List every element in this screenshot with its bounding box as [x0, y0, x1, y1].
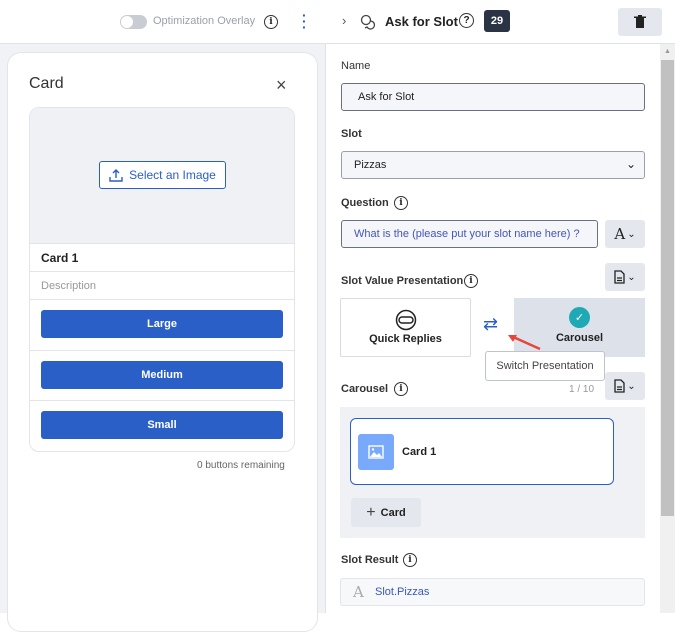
slot-value: Pizzas — [354, 159, 387, 171]
scrollbar-track[interactable]: ▲ — [660, 44, 675, 613]
switch-icon[interactable]: ⇄ — [483, 314, 498, 335]
help-icon[interactable]: ? — [459, 13, 474, 28]
large-button[interactable]: Large — [41, 310, 283, 338]
optimization-overlay-toggle[interactable] — [120, 15, 147, 29]
chevron-down-icon: ⌄ — [625, 157, 636, 171]
node-title: Ask for Slot — [385, 14, 458, 29]
slot-result-value: Slot.Pizzas — [375, 586, 430, 598]
button-row: Medium — [30, 351, 294, 401]
button-row: Large — [30, 300, 294, 351]
quick-replies-icon — [395, 309, 417, 331]
check-icon: ✓ — [569, 307, 590, 328]
info-icon[interactable]: i — [464, 274, 478, 288]
carousel-card[interactable]: Card 1 — [350, 418, 614, 485]
name-input[interactable]: Ask for Slot — [341, 83, 645, 111]
count-badge: 29 — [484, 10, 510, 32]
description-placeholder: Description — [41, 280, 97, 292]
trash-icon — [634, 15, 646, 28]
chevron-right-icon[interactable]: › — [342, 13, 346, 28]
add-card-button[interactable]: + Card — [351, 498, 421, 527]
chat-bubbles-icon — [360, 14, 376, 30]
info-icon[interactable]: i — [264, 15, 278, 29]
document-icon — [614, 379, 625, 393]
overlay-label: Optimization Overlay — [153, 15, 256, 27]
card-title: Card 1 — [41, 251, 79, 265]
question-input[interactable]: What is the (please put your slot name h… — [341, 220, 598, 248]
carousel-count: 1 / 10 — [569, 384, 595, 395]
plus-icon: + — [366, 503, 376, 521]
card-editor-title: Card — [29, 75, 64, 92]
document-menu-button[interactable]: ⌄ — [605, 372, 645, 400]
small-button[interactable]: Small — [41, 411, 283, 439]
document-menu-button[interactable]: ⌄ — [605, 263, 645, 291]
carousel-area: Card 1 + Card — [340, 407, 645, 538]
close-icon[interactable]: × — [276, 75, 287, 96]
left-header: Optimization Overlay i · · · — [0, 0, 326, 44]
slot-label: Slot — [341, 128, 362, 140]
buttons-remaining: 0 buttons remaining — [197, 460, 285, 471]
info-icon[interactable]: i — [394, 196, 408, 210]
info-icon[interactable]: i — [403, 553, 417, 567]
arrow-annotation — [508, 334, 541, 351]
select-image-button[interactable]: Select an Image — [99, 161, 226, 189]
upload-icon — [109, 169, 123, 182]
font-icon: A — [614, 225, 626, 243]
svp-label: Slot Value Presentation — [341, 275, 464, 287]
select-image-label: Select an Image — [129, 168, 216, 182]
info-icon[interactable]: i — [394, 382, 408, 396]
slot-result-label: Slot Result — [341, 554, 399, 566]
description-row[interactable]: Description — [30, 272, 294, 300]
button-row: Small — [30, 401, 294, 451]
add-card-label: Card — [380, 506, 406, 519]
carousel-section-label: Carousel — [341, 383, 389, 395]
card-title-row[interactable]: Card 1 — [30, 244, 294, 272]
quick-replies-label: Quick Replies — [369, 333, 442, 345]
scrollbar-thumb[interactable] — [661, 60, 674, 516]
delete-button[interactable] — [618, 8, 662, 36]
slot-select[interactable]: Pizzas ⌄ — [341, 151, 645, 179]
medium-button[interactable]: Medium — [41, 361, 283, 389]
chevron-down-icon: ⌄ — [627, 228, 636, 240]
variable-icon: A — [353, 583, 364, 601]
more-menu-icon[interactable]: · · · — [302, 8, 307, 34]
image-area: Select an Image — [30, 108, 294, 244]
question-label: Question — [341, 197, 389, 209]
switch-presentation-tooltip: Switch Presentation — [485, 351, 605, 381]
quick-replies-option[interactable]: Quick Replies — [340, 298, 471, 357]
card-preview: Select an Image Card 1 Description Large… — [29, 107, 295, 452]
right-header: › Ask for Slot ? 29 — [326, 0, 675, 44]
carousel-card-title: Card 1 — [402, 446, 437, 458]
name-label: Name — [341, 60, 371, 72]
document-icon — [614, 270, 625, 284]
image-icon — [358, 434, 394, 470]
slot-result-field: A Slot.Pizzas — [340, 578, 645, 606]
text-format-button[interactable]: A ⌄ — [605, 220, 645, 248]
